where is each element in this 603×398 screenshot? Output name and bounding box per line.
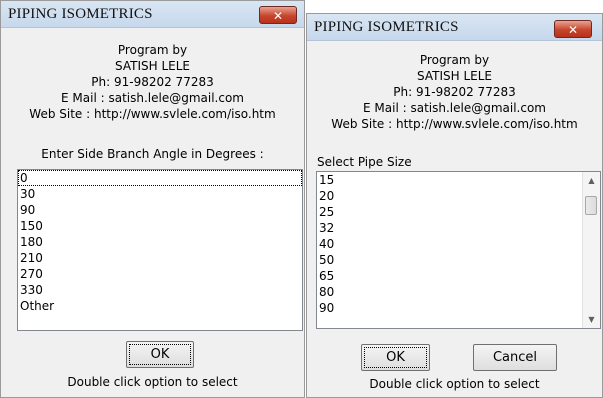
list-item[interactable]: 25 — [317, 204, 600, 220]
scroll-down-icon[interactable]: ▼ — [583, 311, 600, 328]
list-item[interactable]: 180 — [18, 234, 302, 250]
info-website: Web Site : http://www.svlele.com/iso.htm — [331, 117, 578, 131]
list-item[interactable]: 90 — [18, 202, 302, 218]
info-phone: Ph: 91-98202 77283 — [91, 75, 214, 89]
window-title: PIPING ISOMETRICS — [314, 19, 459, 35]
list-item[interactable]: 40 — [317, 236, 600, 252]
info-program-by: Program by — [117, 43, 188, 57]
pipe-size-dialog: PIPING ISOMETRICS ✕ Program by SATISH LE… — [306, 13, 603, 398]
info-author: SATISH LELE — [417, 69, 492, 83]
list-item[interactable]: 210 — [18, 250, 302, 266]
list-item[interactable]: 30 — [18, 186, 302, 202]
info-website: Web Site : http://www.svlele.com/iso.htm — [29, 107, 276, 121]
ok-button[interactable]: OK — [361, 344, 430, 371]
list-item[interactable]: 65 — [317, 268, 600, 284]
list-item[interactable]: 15 — [317, 172, 600, 188]
list-item[interactable]: 150 — [18, 218, 302, 234]
list-item[interactable]: 32 — [317, 220, 600, 236]
prompt-label: Enter Side Branch Angle in Degrees : — [41, 147, 264, 161]
vertical-scrollbar[interactable]: ▲ ▼ — [582, 172, 600, 328]
ok-button-label: OK — [364, 347, 427, 368]
angle-dialog: PIPING ISOMETRICS ✕ Program by SATISH LE… — [0, 0, 305, 398]
angle-listbox[interactable]: 0 30 90 150 180 210 270 330 Other — [17, 169, 303, 331]
list-item[interactable]: 0 — [18, 170, 302, 186]
window-title: PIPING ISOMETRICS — [8, 6, 153, 22]
list-item[interactable]: 50 — [317, 252, 600, 268]
info-email: E Mail : satish.lele@gmail.com — [61, 91, 244, 105]
pipe-size-listbox[interactable]: 15 20 25 32 40 50 65 80 90 ▲ ▼ — [316, 171, 601, 329]
ok-button-label: OK — [129, 344, 191, 365]
prompt-label: Select Pipe Size — [317, 155, 412, 169]
footer-hint: Double click option to select — [369, 377, 540, 391]
scroll-up-icon[interactable]: ▲ — [583, 172, 600, 189]
list-item[interactable]: 80 — [317, 284, 600, 300]
info-author: SATISH LELE — [115, 59, 190, 73]
list-item[interactable]: 20 — [317, 188, 600, 204]
ok-button[interactable]: OK — [126, 341, 194, 368]
list-item[interactable]: 330 — [18, 282, 302, 298]
list-item[interactable]: 270 — [18, 266, 302, 282]
info-email: E Mail : satish.lele@gmail.com — [363, 101, 546, 115]
title-bar[interactable]: PIPING ISOMETRICS ✕ — [1, 1, 304, 28]
program-info: Program by SATISH LELE Ph: 91-98202 7728… — [1, 42, 304, 122]
scrollbar-thumb[interactable] — [585, 196, 597, 215]
list-item[interactable]: Other — [18, 298, 302, 314]
program-info: Program by SATISH LELE Ph: 91-98202 7728… — [307, 52, 602, 132]
cancel-button-label: Cancel — [492, 350, 538, 365]
close-button[interactable]: ✕ — [259, 6, 297, 24]
footer-hint: Double click option to select — [67, 375, 238, 389]
list-item[interactable]: 90 — [317, 300, 600, 316]
close-button[interactable]: ✕ — [554, 20, 592, 38]
info-program-by: Program by — [419, 53, 490, 67]
cancel-button[interactable]: Cancel — [473, 344, 557, 371]
title-bar[interactable]: PIPING ISOMETRICS ✕ — [307, 14, 602, 41]
info-phone: Ph: 91-98202 77283 — [393, 85, 516, 99]
